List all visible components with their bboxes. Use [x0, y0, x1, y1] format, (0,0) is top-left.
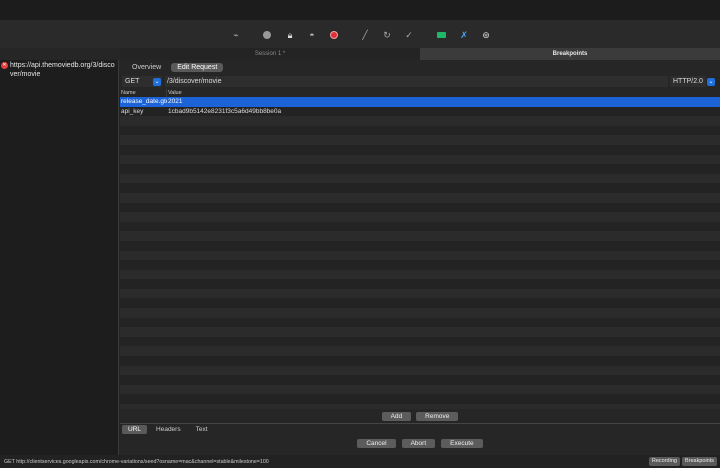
empty-row — [120, 164, 720, 174]
path-input[interactable]: /3/discover/movie — [165, 76, 668, 87]
broom-icon[interactable]: ⌁ — [230, 29, 242, 41]
table-row[interactable]: api_key 1cbad9b5142e8231f3c5a6d49bb8be0a — [120, 106, 720, 117]
tools-icon[interactable]: ✗ — [458, 29, 470, 41]
column-header-name[interactable]: Name — [120, 89, 167, 97]
chevron-down-icon[interactable]: ⌄ — [153, 77, 161, 86]
empty-row — [120, 336, 720, 347]
empty-row — [120, 375, 720, 385]
empty-row — [120, 298, 720, 309]
empty-row — [120, 231, 720, 241]
pen-icon[interactable]: ╱ — [359, 29, 371, 41]
breakpoint-icon[interactable] — [328, 29, 340, 41]
empty-row — [120, 125, 720, 136]
table-row[interactable]: release_date.gte 2021 — [120, 97, 720, 107]
empty-row — [120, 221, 720, 232]
list-item-url: https://api.themoviedb.org/3/discover/mo… — [10, 62, 115, 78]
recording-button[interactable]: Recording — [648, 457, 680, 466]
param-value: 2021 — [168, 98, 183, 105]
param-name: api_key — [121, 107, 144, 115]
tab-breakpoints[interactable]: Breakpoints — [420, 48, 720, 60]
empty-row — [120, 260, 720, 270]
breakpoint-icon: ✕ — [1, 62, 8, 69]
empty-row — [120, 279, 720, 289]
param-value: 1cbad9b5142e8231f3c5a6d49bb8be0a — [168, 107, 282, 115]
empty-row — [120, 346, 720, 357]
tab-edit-request[interactable]: Edit Request — [171, 62, 224, 72]
tab-url[interactable]: URL — [122, 425, 148, 434]
tab-headers[interactable]: Headers — [150, 425, 187, 434]
settings-icon[interactable]: ⊛ — [480, 29, 492, 41]
basket-icon[interactable] — [435, 29, 447, 41]
protocol-select[interactable]: HTTP/2.0 — [670, 76, 706, 87]
empty-row — [120, 317, 720, 328]
status-bar: GET http://clientservices.googleapis.com… — [0, 455, 720, 468]
empty-row — [120, 384, 720, 395]
param-name: release_date.gte — [121, 98, 167, 105]
status-text: GET http://clientservices.googleapis.com… — [4, 458, 269, 465]
empty-row — [120, 327, 720, 337]
empty-row — [120, 288, 720, 299]
empty-row — [120, 250, 720, 261]
record-icon[interactable] — [261, 29, 273, 41]
turtle-icon[interactable]: ◓ — [306, 29, 318, 41]
abort-button[interactable]: Abort — [401, 439, 436, 448]
empty-row — [120, 183, 720, 193]
title-bar — [0, 0, 720, 20]
tab-text[interactable]: Text — [190, 425, 214, 434]
cancel-button[interactable]: Cancel — [357, 439, 396, 448]
toolbar: ⌁ 🔒︎ ◓ ╱ ↻ ✓ ✗ ⊛ — [0, 20, 720, 48]
empty-row — [120, 144, 720, 155]
tab-session[interactable]: Session 1 * — [120, 48, 420, 60]
empty-row — [120, 356, 720, 366]
empty-row — [120, 173, 720, 184]
column-header-value[interactable]: Value — [167, 89, 720, 97]
empty-row — [120, 212, 720, 222]
chevron-down-icon[interactable]: ⌄ — [707, 77, 715, 86]
tab-overview[interactable]: Overview — [126, 63, 167, 72]
add-button[interactable]: Add — [381, 412, 412, 421]
empty-row — [120, 202, 720, 213]
params-table: Name Value release_date.gte 2021 api_key 1… — [120, 89, 720, 409]
empty-row — [120, 240, 720, 251]
check-icon[interactable]: ✓ — [403, 29, 415, 41]
refresh-icon[interactable]: ↻ — [381, 29, 393, 41]
lock-icon[interactable]: 🔒︎ — [284, 29, 296, 41]
empty-row — [120, 365, 720, 376]
remove-button[interactable]: Remove — [416, 412, 459, 421]
breakpoint-list: ✕ https://api.themoviedb.org/3/discover/… — [0, 60, 119, 455]
empty-row — [120, 404, 720, 409]
empty-row — [120, 116, 720, 126]
execute-button[interactable]: Execute — [441, 439, 483, 448]
empty-row — [120, 394, 720, 404]
breakpoints-button[interactable]: Breakpoints — [681, 457, 717, 466]
empty-row — [120, 308, 720, 318]
empty-row — [120, 192, 720, 203]
empty-row — [120, 154, 720, 165]
empty-row — [120, 269, 720, 280]
empty-row — [120, 135, 720, 145]
list-item[interactable]: ✕ https://api.themoviedb.org/3/discover/… — [0, 60, 118, 80]
